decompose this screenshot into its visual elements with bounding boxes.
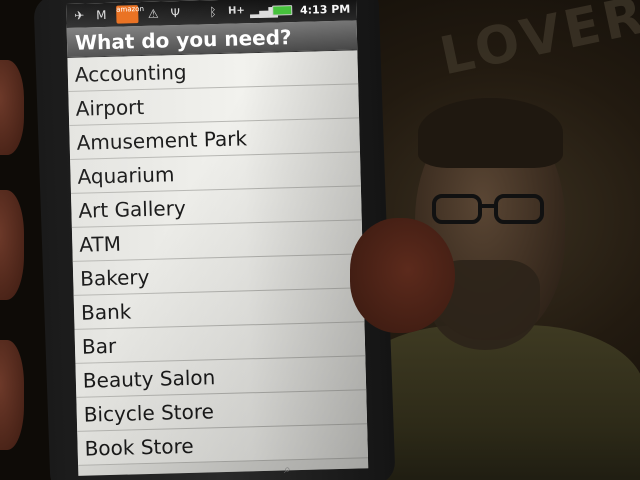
- photo-scene: LOVER ✈ M amazon ⚠ Ψ ᛒ H+ ▂▄▆ 4:13 PM Wh…: [0, 0, 640, 480]
- finger-lower: [0, 340, 24, 450]
- gmail-icon: M: [95, 7, 107, 23]
- phone-screen: ✈ M amazon ⚠ Ψ ᛒ H+ ▂▄▆ 4:13 PM What do …: [66, 0, 369, 476]
- usb-icon: Ψ: [170, 6, 181, 21]
- holding-thumb: [350, 218, 455, 333]
- status-time: 4:13 PM: [299, 2, 351, 17]
- background-sign: LOVER: [435, 0, 640, 88]
- finger-top: [0, 60, 24, 155]
- battery-icon: [271, 5, 293, 16]
- warning-icon: ⚠: [147, 6, 159, 21]
- finger-middle: [0, 190, 24, 300]
- search-key-icon[interactable]: ⌕: [284, 462, 291, 477]
- category-list: Accounting Airport Amusement Park Aquari…: [67, 50, 368, 466]
- bird-icon: ✈: [74, 8, 85, 23]
- list-item-book-store[interactable]: Book Store: [77, 424, 368, 466]
- person-hair: [418, 98, 563, 168]
- bluetooth-icon: ᛒ: [209, 5, 217, 20]
- glasses: [432, 194, 544, 224]
- hplus-network-icon: H+: [227, 5, 245, 17]
- amazon-mp3-icon: amazon: [116, 5, 144, 24]
- signal-icon: ▂▄▆: [249, 3, 278, 19]
